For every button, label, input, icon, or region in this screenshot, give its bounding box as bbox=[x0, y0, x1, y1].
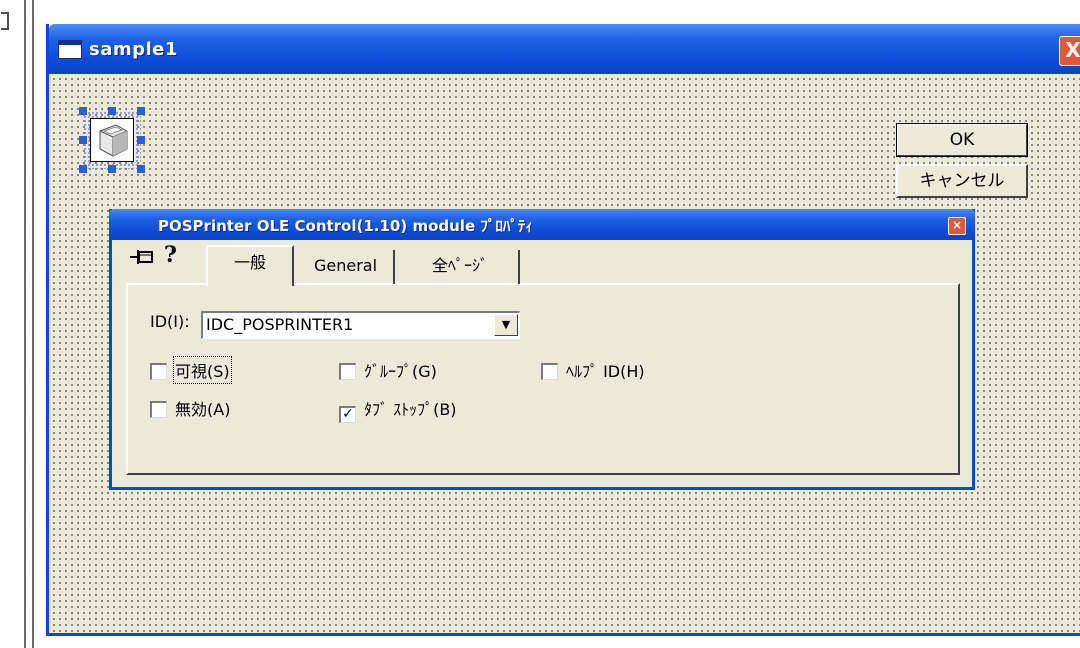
dialog-title: POSPrinter OLE Control(1.10) module ﾌﾟﾛﾊ… bbox=[158, 217, 533, 235]
pin-icon[interactable] bbox=[129, 247, 155, 267]
disabled-checkbox-label: 無効(A) bbox=[175, 400, 231, 419]
ok-button[interactable]: OK bbox=[896, 123, 1028, 157]
tab-stop-checkbox-label: ﾀﾌﾞ ｽﾄｯﾌﾟ(B) bbox=[364, 400, 457, 419]
resize-handle[interactable] bbox=[108, 165, 116, 173]
gutter-divider bbox=[32, 0, 34, 648]
group-checkbox[interactable]: ｸﾞﾙｰﾌﾟ(G) bbox=[339, 358, 437, 381]
dropdown-arrow-icon[interactable]: ▼ bbox=[494, 314, 518, 336]
gutter-divider bbox=[24, 0, 26, 648]
help-id-checkbox-label: ﾍﾙﾌﾟ ID(H) bbox=[566, 362, 645, 381]
tab-general[interactable]: General bbox=[298, 250, 395, 284]
window-icon bbox=[58, 40, 82, 59]
checkbox-box[interactable] bbox=[150, 401, 167, 418]
help-id-checkbox[interactable]: ﾍﾙﾌﾟ ID(H) bbox=[541, 358, 645, 381]
resize-handle[interactable] bbox=[108, 107, 116, 115]
close-icon[interactable]: × bbox=[948, 217, 966, 235]
resize-handle[interactable] bbox=[137, 165, 145, 173]
id-combobox[interactable]: IDC_POSPRINTER1 ▼ bbox=[201, 311, 520, 339]
resize-handle[interactable] bbox=[137, 107, 145, 115]
help-icon[interactable]: ? bbox=[164, 242, 177, 268]
id-label: ID(I): bbox=[150, 312, 190, 331]
tab-stop-checkbox[interactable]: ✓ ﾀﾌﾞ ｽﾄｯﾌﾟ(B) bbox=[339, 396, 457, 423]
disabled-checkbox[interactable]: 無効(A) bbox=[150, 396, 231, 419]
group-checkbox-label: ｸﾞﾙｰﾌﾟ(G) bbox=[364, 362, 437, 381]
cancel-button[interactable]: キャンセル bbox=[896, 164, 1028, 198]
form-titlebar[interactable]: sample1 X bbox=[49, 24, 1080, 74]
form-title: sample1 bbox=[89, 39, 178, 60]
printer-icon bbox=[90, 118, 134, 162]
resize-handle[interactable] bbox=[137, 136, 145, 144]
property-dialog[interactable]: POSPrinter OLE Control(1.10) module ﾌﾟﾛﾊ… bbox=[109, 209, 975, 490]
printer-ole-control[interactable] bbox=[79, 107, 145, 173]
tab-general-jp[interactable]: 一般 bbox=[206, 245, 294, 286]
tab-all-pages[interactable]: 全ﾍﾟｰｼﾞ bbox=[402, 250, 520, 284]
checkbox-box[interactable] bbox=[541, 363, 558, 380]
visible-checkbox[interactable]: 可視(S) bbox=[150, 356, 232, 384]
visible-checkbox-label: 可視(S) bbox=[173, 356, 232, 384]
dialog-titlebar[interactable]: POSPrinter OLE Control(1.10) module ﾌﾟﾛﾊ… bbox=[109, 209, 975, 240]
checkmark-icon[interactable]: ✓ bbox=[339, 406, 356, 423]
editor-left-gutter bbox=[0, 0, 34, 648]
gutter-bracket-icon bbox=[1, 12, 9, 30]
resize-handle[interactable] bbox=[79, 136, 87, 144]
resize-handle[interactable] bbox=[79, 107, 87, 115]
form-close-button[interactable]: X bbox=[1059, 36, 1080, 66]
checkbox-box[interactable] bbox=[339, 363, 356, 380]
id-combobox-value[interactable]: IDC_POSPRINTER1 bbox=[206, 315, 353, 334]
checkbox-box[interactable] bbox=[150, 363, 167, 380]
resize-handle[interactable] bbox=[79, 165, 87, 173]
